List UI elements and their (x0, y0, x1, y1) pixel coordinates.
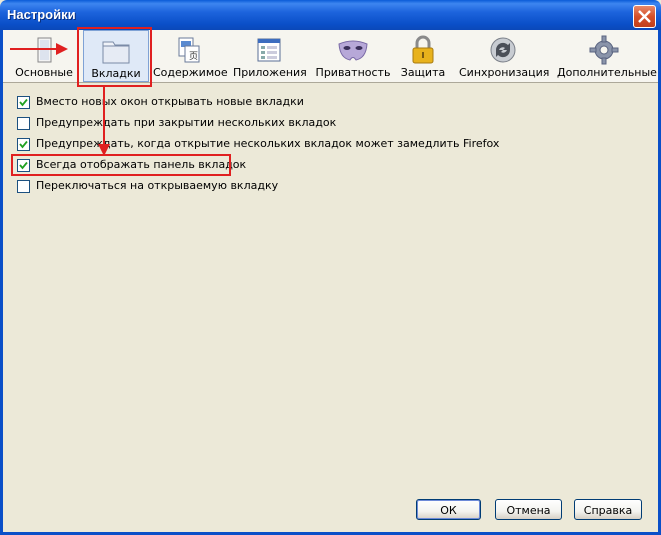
ok-button[interactable]: ОК (416, 499, 481, 520)
settings-window: Настройки Основные Вкладки 页 Содержимое … (0, 0, 661, 535)
annotation-arrows (10, 43, 110, 156)
arrow-down-icon (98, 86, 110, 156)
arrow-right-icon (10, 43, 68, 55)
help-button[interactable]: Справка (574, 499, 642, 520)
cancel-button[interactable]: Отмена (495, 499, 562, 520)
